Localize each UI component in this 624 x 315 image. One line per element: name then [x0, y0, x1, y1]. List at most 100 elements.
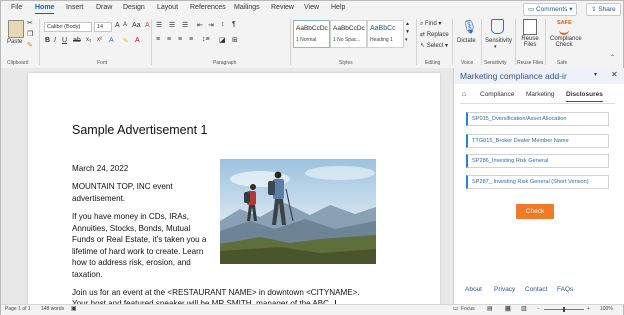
contact-link[interactable]: Contact: [525, 286, 547, 293]
tab-layout[interactable]: Layout: [157, 4, 178, 11]
tab-compliance[interactable]: Compliance: [480, 91, 514, 98]
select-button[interactable]: ↖ Select ▾: [420, 42, 448, 49]
disclosure-item[interactable]: TTG015_Broker Dealer Member Name: [466, 134, 609, 148]
font-name-select[interactable]: Calibri (Body): [44, 22, 92, 32]
zoom-in-icon[interactable]: +: [587, 306, 590, 312]
comments-button[interactable]: ▭ Comments ▾: [523, 3, 578, 16]
zoom-out-icon[interactable]: −: [537, 306, 540, 312]
disclosure-item[interactable]: SP286_Investing Risk General: [466, 154, 609, 168]
replace-icon: ⇄: [420, 32, 426, 38]
superscript-icon[interactable]: x²: [97, 37, 102, 43]
word-count[interactable]: 148 words: [41, 306, 64, 312]
tab-view[interactable]: View: [304, 4, 319, 11]
document-page[interactable]: Sample Advertisement 1 March 24, 2022 MO…: [28, 73, 440, 313]
zoom-slider-thumb[interactable]: [563, 307, 565, 312]
align-left-icon[interactable]: ≡: [156, 36, 160, 43]
change-case-icon[interactable]: Aa: [132, 22, 141, 29]
grow-font-icon[interactable]: A: [115, 22, 120, 29]
styles-scroll-up-icon[interactable]: ▲: [405, 21, 410, 27]
faqs-link[interactable]: FAQs: [557, 286, 573, 293]
align-center-icon[interactable]: ≡: [167, 36, 171, 43]
tab-disclosures[interactable]: Disclosures: [566, 91, 603, 102]
numbering-icon[interactable]: ☰: [169, 21, 175, 29]
print-layout-icon[interactable]: ▦: [505, 305, 511, 312]
tab-design[interactable]: Design: [123, 4, 145, 11]
justify-icon[interactable]: ≡: [189, 36, 193, 43]
disclosure-item[interactable]: SP287_ Investing Risk General (Short Ver…: [466, 175, 609, 189]
about-link[interactable]: About: [465, 286, 482, 293]
tab-marketing[interactable]: Marketing: [526, 91, 555, 98]
style-heading-1[interactable]: AaBbCc Heading 1: [367, 20, 404, 48]
cut-icon[interactable]: ✂: [27, 19, 33, 27]
format-painter-icon[interactable]: ✎: [27, 41, 33, 49]
read-mode-icon[interactable]: ▤: [487, 305, 493, 312]
align-right-icon[interactable]: ≡: [178, 36, 182, 43]
dictate-label[interactable]: Dictate: [457, 38, 476, 44]
find-button[interactable]: ⌕ Find ▾: [420, 20, 441, 28]
pane-options-icon[interactable]: ▾: [594, 71, 597, 78]
subscript-icon[interactable]: x₂: [86, 37, 91, 43]
proofing-icon[interactable]: ▣: [71, 305, 77, 312]
multilevel-list-icon[interactable]: ☰: [182, 21, 188, 29]
focus-icon[interactable]: ▭: [453, 305, 459, 312]
replace-button[interactable]: ⇄ Replace: [420, 31, 449, 38]
close-icon[interactable]: ✕: [611, 70, 618, 79]
style-normal[interactable]: AaBbCcDc 1 Normal: [293, 20, 330, 48]
shading-icon[interactable]: ◪: [219, 36, 226, 44]
disclosure-item[interactable]: SP015_Dversification/Asset Allocation: [466, 112, 609, 126]
tab-mailings[interactable]: Mailings: [234, 4, 260, 11]
page-count[interactable]: Page 1 of 1: [5, 306, 31, 312]
tab-home[interactable]: Home: [35, 4, 55, 14]
microphone-icon[interactable]: 🎙: [461, 19, 478, 35]
privacy-link[interactable]: Privacy: [494, 286, 515, 293]
tab-file[interactable]: File: [11, 4, 22, 11]
document-title: Sample Advertisement 1: [72, 123, 208, 137]
safe-logo[interactable]: SAFE: [557, 20, 572, 26]
shrink-font-icon[interactable]: A: [123, 22, 127, 28]
paste-label[interactable]: Paste: [7, 39, 22, 45]
web-layout-icon[interactable]: ▥: [521, 305, 527, 312]
tab-references[interactable]: References: [190, 4, 226, 11]
bold-icon[interactable]: B: [45, 37, 50, 44]
styles-scroll-down-icon[interactable]: ▼: [405, 29, 410, 35]
tab-insert[interactable]: Insert: [66, 4, 84, 11]
home-icon[interactable]: ⌂: [462, 91, 466, 98]
zoom-level[interactable]: 100%: [600, 306, 613, 312]
tab-help[interactable]: Help: [331, 4, 345, 11]
divider: [416, 19, 417, 65]
line-spacing-icon[interactable]: ↕≡: [202, 36, 210, 43]
decrease-indent-icon[interactable]: ⇤: [197, 21, 203, 29]
tab-draw[interactable]: Draw: [96, 4, 112, 11]
chevron-down-icon[interactable]: ▾: [494, 44, 497, 50]
cursor-icon: ↖: [420, 43, 426, 49]
tab-review[interactable]: Review: [271, 4, 294, 11]
sort-icon[interactable]: ↕: [221, 21, 225, 28]
hikers-photo[interactable]: [220, 159, 376, 264]
paste-icon[interactable]: [8, 20, 24, 38]
style-no-spacing[interactable]: AaBbCcDc 1 No Spac...: [330, 20, 367, 48]
increase-indent-icon[interactable]: ⇥: [208, 21, 214, 29]
styles-more-icon[interactable]: ▾: [405, 37, 408, 43]
compliance-check-label[interactable]: Compliance Check: [550, 36, 582, 48]
copy-icon[interactable]: ❐: [27, 30, 33, 38]
share-button[interactable]: ⇪ Share: [586, 3, 621, 16]
focus-label[interactable]: Focus: [461, 306, 475, 312]
highlight-icon[interactable]: ✎: [123, 37, 129, 45]
font-size-select[interactable]: 14: [94, 22, 112, 32]
text-effects-icon[interactable]: A: [109, 37, 114, 44]
divider: [39, 19, 40, 65]
clear-format-icon[interactable]: A: [145, 22, 150, 29]
check-button[interactable]: Check: [516, 204, 554, 219]
show-marks-icon[interactable]: ¶: [232, 21, 236, 28]
bullets-icon[interactable]: ☰: [156, 21, 162, 29]
italic-icon[interactable]: I: [54, 37, 56, 44]
sensitivity-label[interactable]: Sensitivity: [485, 38, 512, 44]
underline-icon[interactable]: U: [62, 37, 67, 44]
sensitivity-icon[interactable]: [491, 19, 504, 34]
collapse-ribbon-icon[interactable]: ⌃: [610, 54, 615, 61]
reuse-files-label[interactable]: Reuse Files: [521, 36, 539, 48]
font-color-icon[interactable]: A: [135, 37, 140, 44]
borders-icon[interactable]: ⊞: [232, 36, 238, 44]
reuse-files-icon[interactable]: [523, 19, 537, 35]
strikethrough-icon[interactable]: ab: [73, 37, 81, 44]
